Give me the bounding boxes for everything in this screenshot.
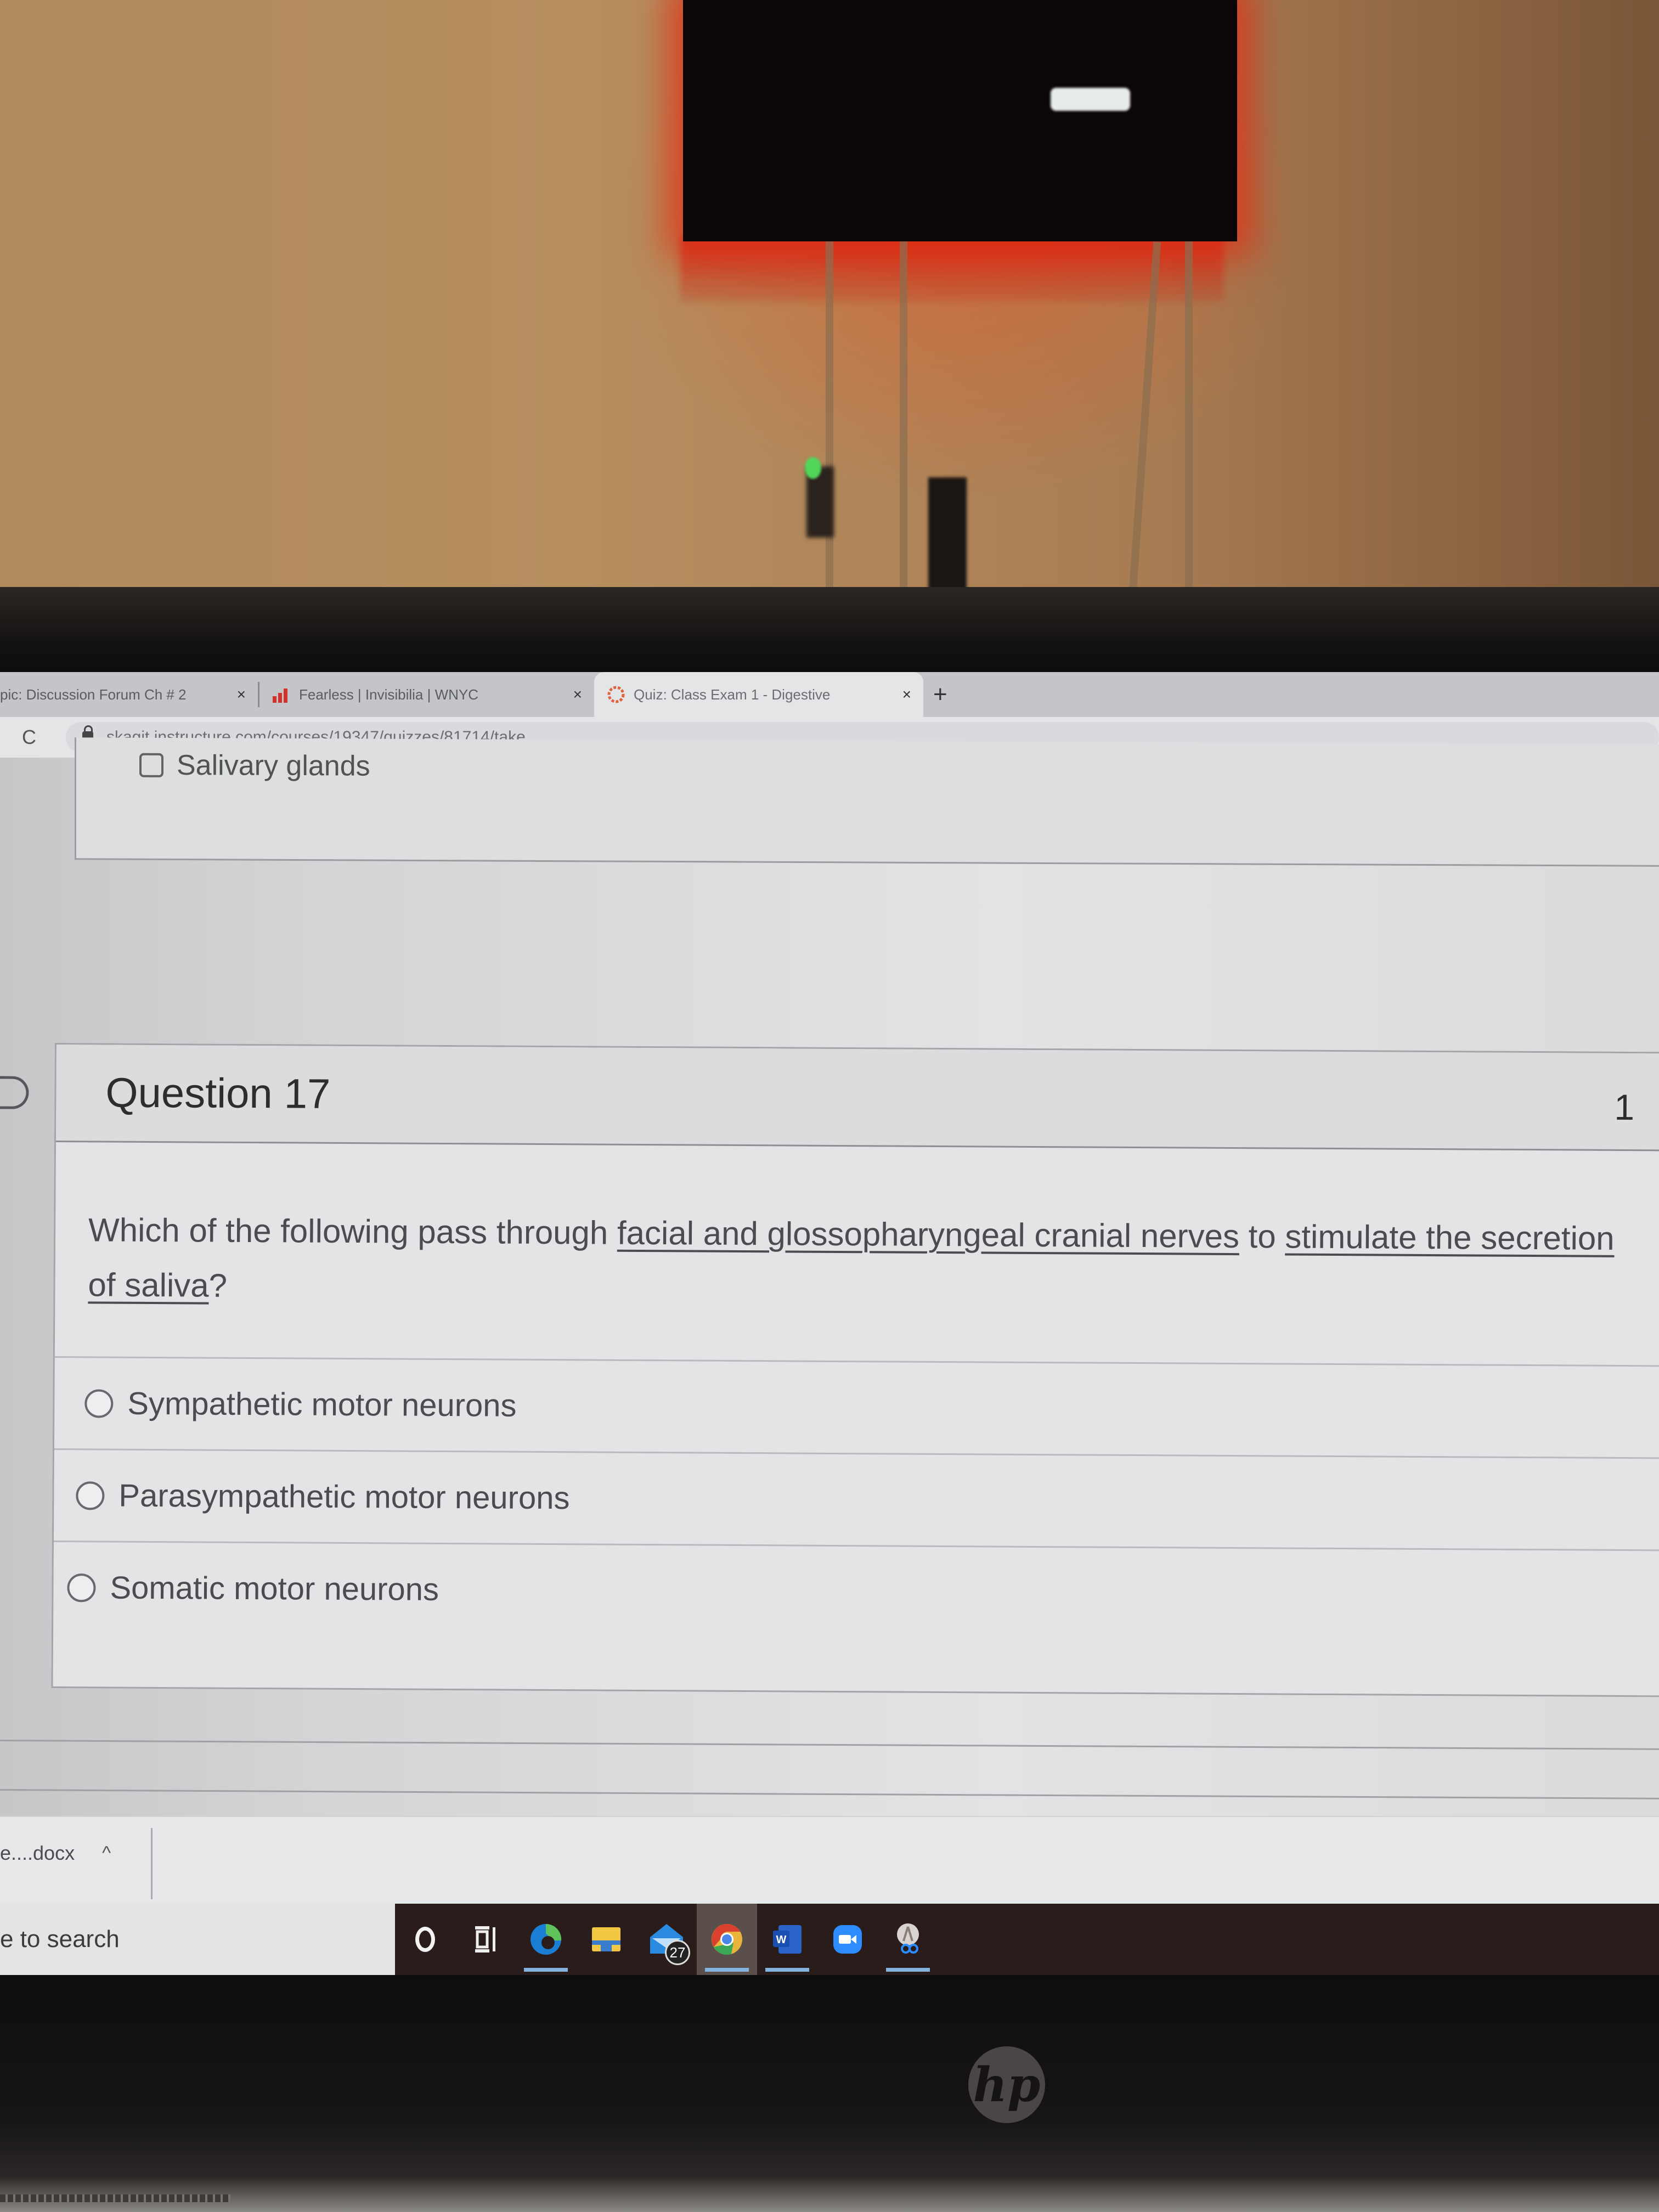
word-icon: W xyxy=(773,1925,802,1954)
question-text-underlined: facial and glossopharyngeal cranial nerv… xyxy=(617,1214,1240,1255)
chevron-up-icon[interactable]: ^ xyxy=(102,1843,111,1864)
mail-count-badge: 27 xyxy=(665,1940,690,1965)
answer-label: Somatic motor neurons xyxy=(110,1570,439,1607)
question-title: Question 17 xyxy=(105,1069,331,1118)
zoom-video-icon xyxy=(833,1925,862,1954)
previous-question-card: Salivary glands xyxy=(75,737,1659,867)
download-bar: e....docx ^ xyxy=(0,1816,1659,1905)
search-placeholder: e to search xyxy=(0,1926,120,1953)
cortana-button[interactable] xyxy=(395,1904,455,1975)
question-text-part: Which of the following pass through xyxy=(88,1211,618,1251)
chrome-icon xyxy=(712,1924,742,1955)
active-indicator xyxy=(524,1968,568,1972)
snip-sketch-icon xyxy=(897,1923,919,1954)
tab-label: Quiz: Class Exam 1 - Digestive xyxy=(634,686,831,703)
tab-quiz-class-exam[interactable]: Quiz: Class Exam 1 - Digestive × xyxy=(594,672,923,717)
laptop-bezel-bottom xyxy=(0,1975,1659,2212)
tab-discussion-forum[interactable]: pic: Discussion Forum Ch # 2 × xyxy=(0,672,258,717)
active-indicator xyxy=(765,1968,809,1972)
section-divider xyxy=(0,1740,1659,1751)
answer-option[interactable]: Somatic motor neurons xyxy=(53,1541,1659,1643)
cortana-icon xyxy=(415,1927,435,1952)
laptop-screen: pic: Discussion Forum Ch # 2 × Fearless … xyxy=(0,672,1659,1983)
question-text-part: ? xyxy=(208,1267,228,1304)
edge-icon xyxy=(531,1924,562,1955)
active-indicator xyxy=(705,1968,749,1972)
task-view-button[interactable] xyxy=(455,1904,516,1975)
wall-tv xyxy=(683,0,1237,241)
snip-sketch-button[interactable] xyxy=(878,1904,938,1975)
question-text: Which of the following pass through faci… xyxy=(55,1142,1647,1321)
radio-button[interactable] xyxy=(84,1389,114,1418)
cable xyxy=(900,241,907,592)
new-tab-button[interactable]: + xyxy=(933,681,947,708)
active-indicator xyxy=(886,1968,930,1972)
file-explorer-button[interactable] xyxy=(576,1904,636,1975)
hp-logo-icon: hp xyxy=(968,2046,1045,2123)
section-divider xyxy=(0,1789,1659,1800)
laptop-bezel-top xyxy=(0,587,1659,1234)
answer-option[interactable]: Sympathetic motor neurons xyxy=(54,1356,1659,1458)
close-tab-icon[interactable]: × xyxy=(573,686,582,703)
cable xyxy=(1185,241,1193,592)
radio-button[interactable] xyxy=(67,1573,96,1602)
chrome-button[interactable] xyxy=(697,1904,757,1975)
browser-tab-strip: pic: Discussion Forum Ch # 2 × Fearless … xyxy=(0,672,1659,717)
taskbar-search-input[interactable]: e to search xyxy=(0,1904,395,1975)
word-button[interactable]: W xyxy=(757,1904,817,1975)
power-adapter xyxy=(928,477,967,592)
tab-label: pic: Discussion Forum Ch # 2 xyxy=(0,686,187,703)
keyboard-edge xyxy=(0,2194,230,2202)
tv-logo-badge xyxy=(1051,88,1130,111)
tv-backlight-glow xyxy=(680,236,1223,302)
reload-icon[interactable]: C xyxy=(22,726,55,749)
answer-list: Sympathetic motor neurons Parasympatheti… xyxy=(53,1356,1659,1643)
mail-button[interactable]: 27 xyxy=(636,1904,697,1975)
cable xyxy=(826,241,833,592)
edge-button[interactable] xyxy=(516,1904,576,1975)
checkbox[interactable] xyxy=(139,753,163,777)
answer-option[interactable]: Salivary glands xyxy=(139,749,370,783)
question-card: Question 17 1 Which of the following pas… xyxy=(0,1043,1659,1698)
green-led xyxy=(805,457,821,479)
download-filename: e....docx xyxy=(0,1842,75,1864)
answer-label: Sympathetic motor neurons xyxy=(127,1385,517,1424)
quiz-page: Salivary glands Question 17 1 Which of t… xyxy=(0,737,1659,1896)
svg-text:W: W xyxy=(776,1934,787,1946)
canvas-logo-icon xyxy=(606,685,626,704)
answer-option[interactable]: Parasympathetic motor neurons xyxy=(53,1448,1659,1550)
windows-taskbar: e to search 27 W xyxy=(0,1904,1659,1975)
question-text-part: to xyxy=(1239,1218,1285,1255)
close-tab-icon[interactable]: × xyxy=(237,686,246,703)
answer-label: Parasympathetic motor neurons xyxy=(119,1477,570,1516)
zoom-button[interactable] xyxy=(817,1904,878,1975)
download-item[interactable]: e....docx ^ xyxy=(0,1842,111,1865)
download-separator xyxy=(151,1828,153,1899)
tab-label: Fearless | Invisibilia | WNYC xyxy=(299,686,479,703)
answer-label: Salivary glands xyxy=(177,749,370,782)
task-view-icon xyxy=(475,1926,495,1953)
folder-icon xyxy=(592,1927,620,1951)
npr-bars-icon xyxy=(272,685,291,704)
flag-question-icon[interactable] xyxy=(0,1076,29,1109)
question-points: 1 xyxy=(1614,1086,1635,1128)
close-tab-icon[interactable]: × xyxy=(902,686,911,703)
tab-fearless-invisibilia[interactable]: Fearless | Invisibilia | WNYC × xyxy=(259,672,594,717)
radio-button[interactable] xyxy=(76,1481,105,1510)
question-header: Question 17 1 xyxy=(0,1045,1659,1152)
